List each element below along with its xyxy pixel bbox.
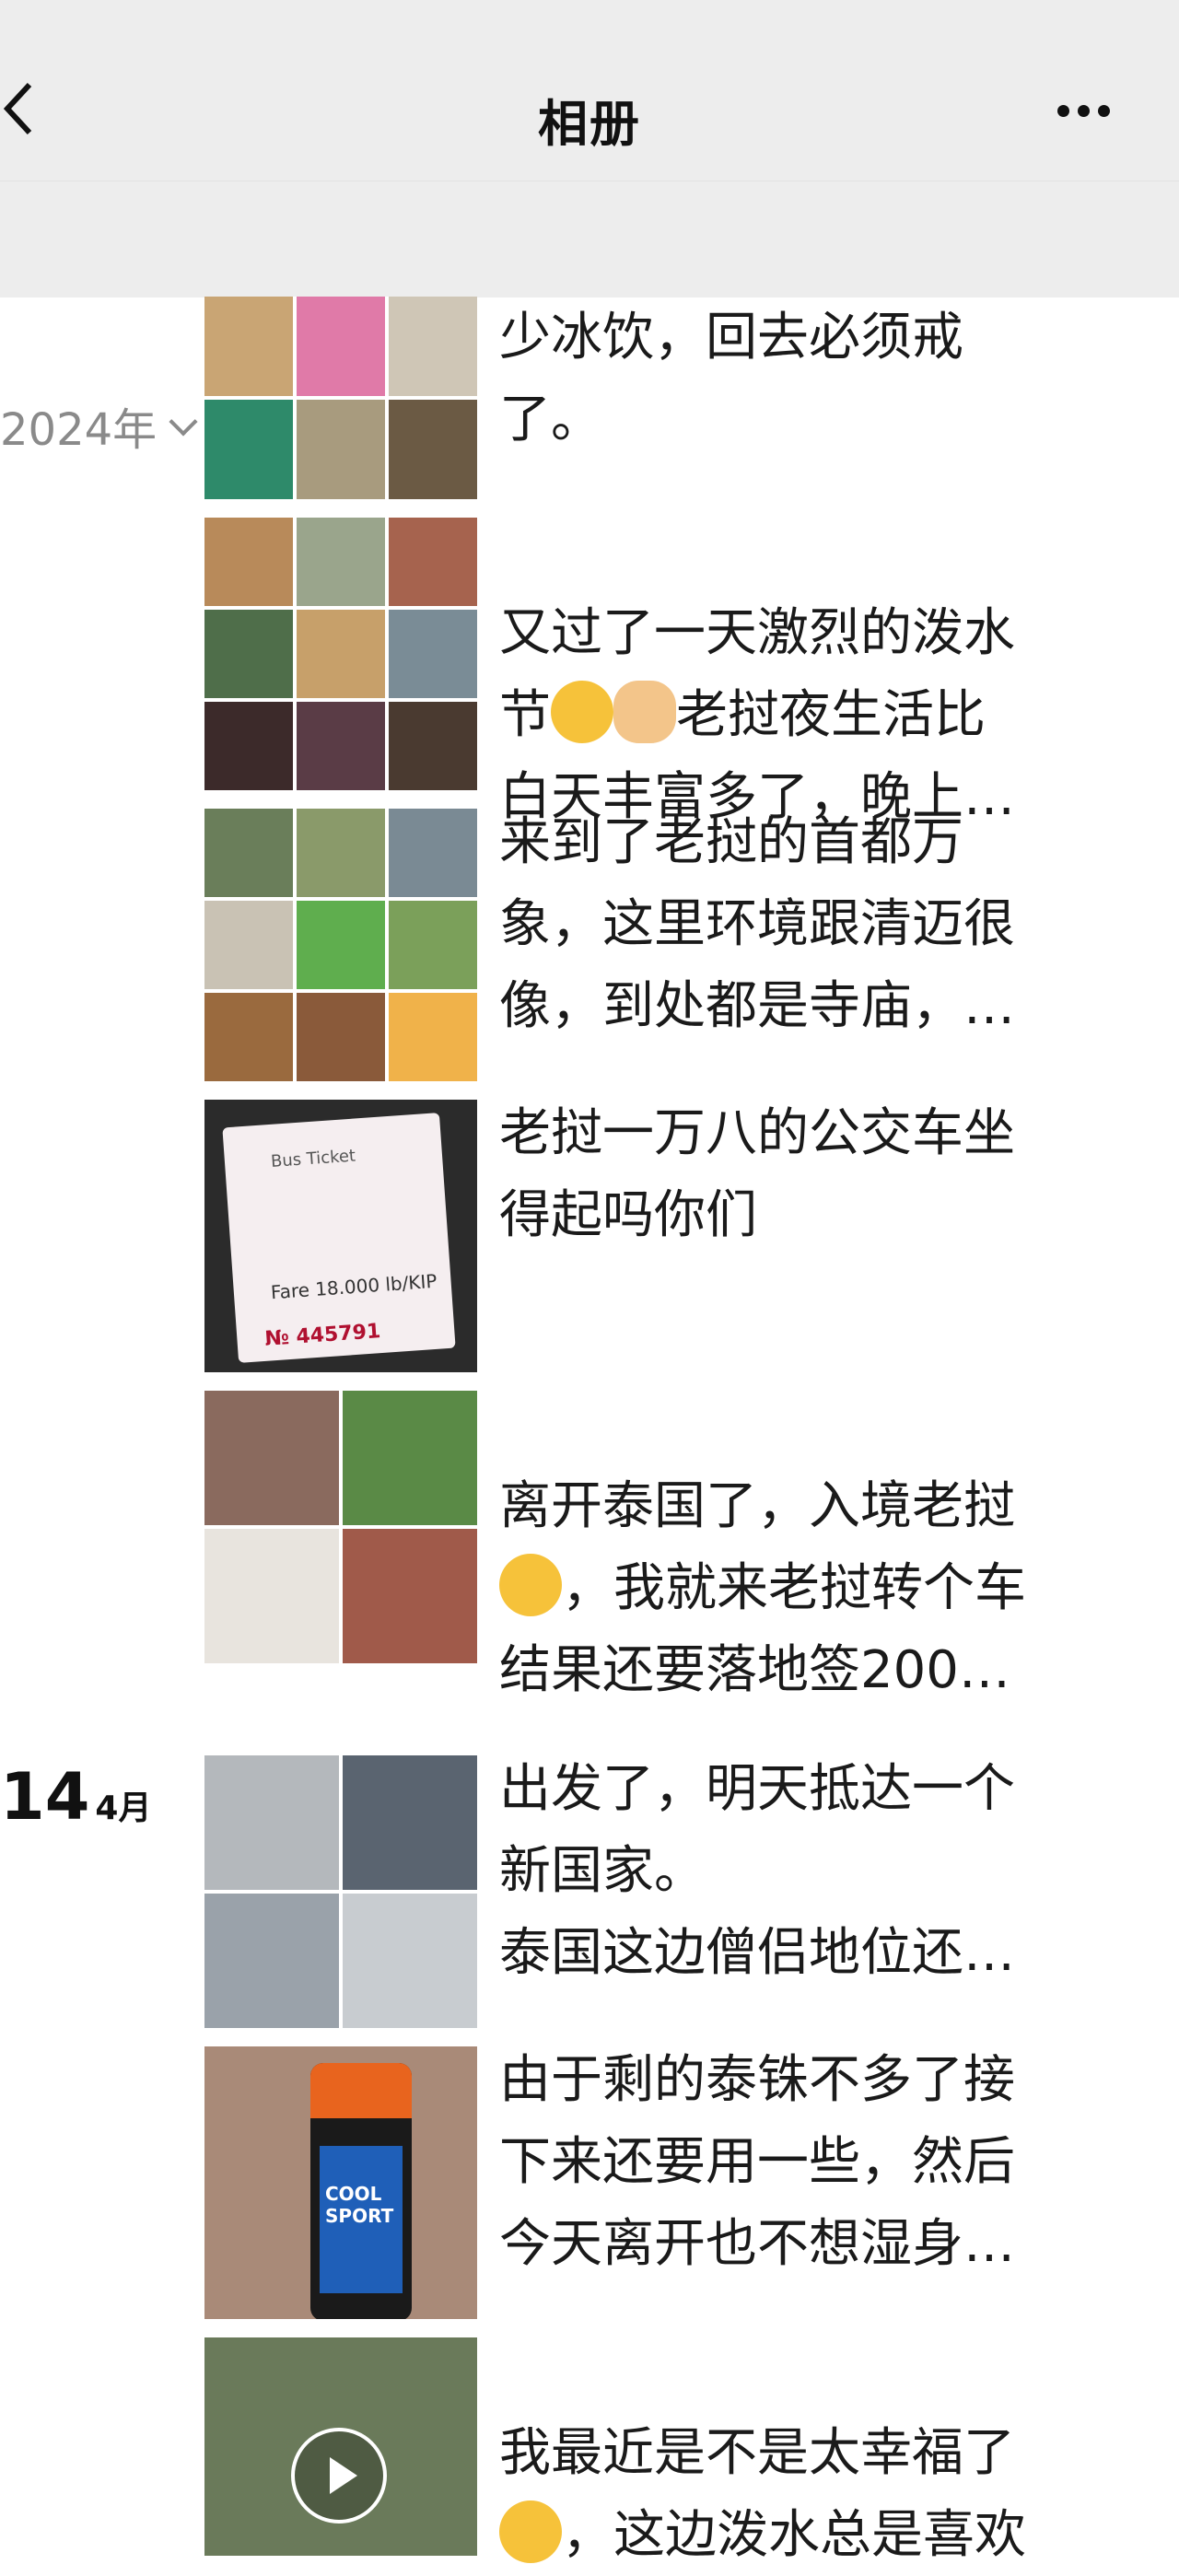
- photo: [204, 610, 293, 698]
- photo: [297, 400, 385, 499]
- album-entry[interactable]: COOL SPORT 由于剩的泰铢不多了接 下来还要用一些，然后 今天离开也不想…: [204, 2046, 1179, 2319]
- photo: [204, 1391, 339, 1525]
- bus-ticket-photo: Bus Ticket Fare 18.000 lb/KIP № 445791: [222, 1113, 456, 1363]
- photo: [204, 702, 293, 790]
- photo: [297, 901, 385, 989]
- entry-text: 由于剩的泰铢不多了接 下来还要用一些，然后 今天离开也不想湿身…: [499, 2050, 1015, 2274]
- photo: [343, 1529, 477, 1663]
- photo-thumbnail[interactable]: COOL SPORT: [204, 2046, 477, 2319]
- album-entry[interactable]: 又过了一天激烈的泼水 节老挝夜生活比 白天丰富多了，晚上…: [204, 518, 1179, 827]
- entry-text: 离开泰国了，入境老挝 ，我就来老挝转个车 结果还要落地签200…: [499, 1383, 1179, 1711]
- photo: [389, 610, 477, 698]
- entry-text: 老挝一万八的公交车坐 得起吗你们: [499, 1103, 1015, 1245]
- photo: [389, 809, 477, 897]
- entry-text-part: 离开泰国了，入境老挝: [499, 1476, 1015, 1536]
- year-label: 2024年: [0, 404, 158, 456]
- photo: [343, 1391, 477, 1525]
- play-icon[interactable]: [291, 2428, 387, 2524]
- photo: [389, 702, 477, 790]
- entry-text: 少冰饮，回去必须戒 了。: [499, 308, 963, 449]
- day-number: 14: [0, 1759, 90, 1835]
- photo: [297, 702, 385, 790]
- smiling-emoji-icon: [499, 1554, 562, 1616]
- ticket-fare: Fare 18.000 lb/KIP: [270, 1269, 438, 1304]
- photo: [204, 1894, 339, 2028]
- page-title: 相册: [538, 95, 641, 153]
- photo-grid-thumbnail[interactable]: [204, 297, 477, 499]
- navigation-bar: 相册: [0, 0, 1179, 181]
- photo: [204, 1529, 339, 1663]
- photo: [297, 809, 385, 897]
- photo: [389, 993, 477, 1081]
- year-filter-bar: 2024年: [0, 181, 1179, 456]
- photo: [204, 518, 293, 606]
- photo: [389, 297, 477, 396]
- crying-emoji-icon: [499, 2500, 562, 2563]
- chevron-down-icon: [169, 407, 198, 437]
- entry-text-part: ，这边泼水总是喜欢: [562, 2505, 1026, 2565]
- photo-grid-thumbnail[interactable]: [204, 1755, 477, 2028]
- photo-grid-thumbnail[interactable]: [204, 518, 477, 790]
- laughing-crying-emoji-icon: [551, 681, 613, 743]
- album-entry[interactable]: Bus Ticket Fare 18.000 lb/KIP № 445791 老…: [204, 1100, 1179, 1372]
- photo: [204, 400, 293, 499]
- photo: [204, 901, 293, 989]
- photo-grid-thumbnail[interactable]: [204, 1391, 477, 1663]
- bottle-label: COOL SPORT: [325, 2183, 394, 2227]
- entry-text-part: ，我就来老挝转个车 结果还要落地签200…: [499, 1558, 1026, 1700]
- more-dots-icon[interactable]: [1057, 103, 1122, 118]
- photo: [343, 1894, 477, 2028]
- entry-text: 来到了老挝的首都万 象，这里环境跟清迈很 像，到处都是寺庙，…: [499, 812, 1015, 1036]
- photo: [204, 297, 293, 396]
- album-entry[interactable]: 我最近是不是太幸福了 ，这边泼水总是喜欢: [204, 2337, 1179, 2565]
- album-entry[interactable]: 来到了老挝的首都万 象，这里环境跟清迈很 像，到处都是寺庙，…: [204, 809, 1179, 1081]
- photo: [297, 518, 385, 606]
- photo-grid-thumbnail[interactable]: [204, 809, 477, 1081]
- entry-text: 出发了，明天抵达一个 新国家。 泰国这边僧侣地位还…: [499, 1759, 1015, 1983]
- victory-hand-emoji-icon: [613, 681, 676, 743]
- album-entry[interactable]: 少冰饮，回去必须戒 了。: [204, 297, 1179, 499]
- photo: [204, 993, 293, 1081]
- photo: [297, 297, 385, 396]
- photo: [389, 400, 477, 499]
- date-header: 14 4月: [0, 1759, 151, 1835]
- entry-text: 又过了一天激烈的泼水 节老挝夜生活比 白天丰富多了，晚上…: [499, 510, 1179, 838]
- photo: [297, 993, 385, 1081]
- entry-text: 我最近是不是太幸福了 ，这边泼水总是喜欢: [499, 2330, 1179, 2576]
- photo: [297, 610, 385, 698]
- photo-thumbnail[interactable]: Bus Ticket Fare 18.000 lb/KIP № 445791: [204, 1100, 477, 1372]
- photo: [204, 809, 293, 897]
- photo: [204, 1755, 339, 1890]
- photo: [389, 518, 477, 606]
- entry-text-part: 我最近是不是太幸福了: [499, 2423, 1015, 2483]
- month-label: 4月: [95, 1789, 152, 1827]
- video-thumbnail[interactable]: [204, 2337, 477, 2556]
- ticket-number: № 445791: [263, 1320, 382, 1351]
- photo: [343, 1755, 477, 1890]
- spray-bottle-photo: COOL SPORT: [310, 2063, 412, 2319]
- album-entry[interactable]: 出发了，明天抵达一个 新国家。 泰国这边僧侣地位还…: [204, 1755, 1179, 2028]
- photo: [389, 901, 477, 989]
- year-selector[interactable]: 2024年: [0, 393, 198, 458]
- ticket-title: Bus Ticket: [270, 1146, 356, 1171]
- album-entry[interactable]: 离开泰国了，入境老挝 ，我就来老挝转个车 结果还要落地签200…: [204, 1391, 1179, 1700]
